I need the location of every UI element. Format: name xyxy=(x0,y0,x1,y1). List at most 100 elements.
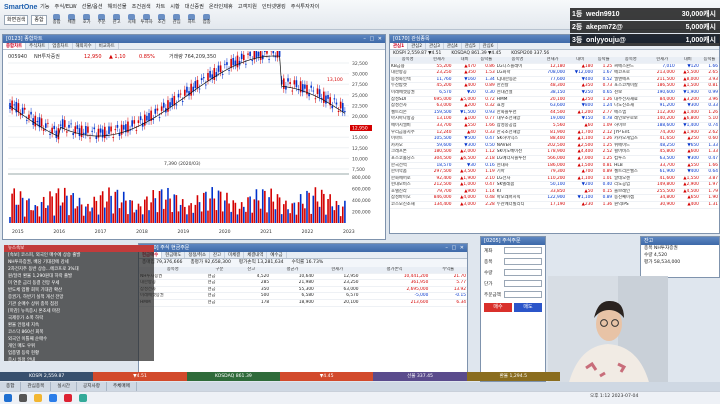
table-row[interactable]: 한국전력 18,570 ▼30 0.16 현대차 186,000 ▲1,500 0.81 HLB… xyxy=(390,162,719,170)
toolbar-button[interactable]: 종합 xyxy=(50,14,64,25)
toolbar-button[interactable]: 주문 xyxy=(95,14,109,25)
table-row[interactable]: 이마트 105,500 ▼500 0.47 SK하이닉스 88,400 ▲1,100 1.26… xyxy=(390,135,719,143)
search-icon[interactable] xyxy=(19,394,27,402)
menu-item[interactable]: 고객지원 xyxy=(238,3,257,10)
table-row[interactable]: 크래프톤 180,500 ▲2,000 1.12 SK이노베이션 178,900 ▲4,40… xyxy=(390,148,719,156)
bottom-tab[interactable]: 관심종목 xyxy=(21,382,52,391)
news-item[interactable]: [속보] 코스피, 외국인 매수에 상승 출발 xyxy=(4,252,154,259)
menu-item[interactable]: 주식/ELW xyxy=(55,3,77,10)
news-item[interactable]: 외국인 이틀째 순매수 xyxy=(4,336,154,343)
news-item[interactable]: 증시 일정 안내 xyxy=(4,357,154,364)
table-row[interactable]: 대한항공현금28521,98023,250361,9505.77 xyxy=(139,279,467,287)
field-input[interactable] xyxy=(504,291,542,298)
news-item[interactable]: [마감] 뉴욕증시 혼조세 마감 xyxy=(4,308,154,315)
window-controls-icon[interactable]: – □ ✕ xyxy=(445,244,467,252)
news-item[interactable]: 반도체 업황 회복 기대감 확산 xyxy=(4,287,154,294)
menu-item[interactable]: 대신증권 xyxy=(185,3,204,10)
toolbar-button[interactable]: 체결 xyxy=(65,14,79,25)
tab[interactable]: 예수금 xyxy=(267,252,287,258)
toolbar-button[interactable]: 업종 xyxy=(200,14,214,25)
tab[interactable]: 관심1 xyxy=(390,43,409,49)
field-input[interactable] xyxy=(504,258,542,265)
table-row[interactable]: 현대모비스 212,500 ▲1,000 0.47 SK텔레콤 50,100 ▼200 0.4… xyxy=(390,181,719,189)
menu-item[interactable]: 주식투자자이 xyxy=(291,3,320,10)
tab[interactable]: 잔고 xyxy=(210,252,226,258)
toolbar-button[interactable]: 호가 xyxy=(80,14,94,25)
table-row[interactable]: 아시아나항공 13,100 ▲100 0.77 대우조선해양 19,000 ▼150 0.78… xyxy=(390,115,719,123)
menu-item[interactable]: 차트 xyxy=(156,3,166,10)
bottom-tab[interactable]: 주체매매 xyxy=(107,382,137,391)
tab[interactable]: 관심5 xyxy=(462,43,480,49)
news-item[interactable]: 개인 매도 우위 xyxy=(4,343,154,350)
table-row[interactable]: 삼성바이오 846,000 ▲4,000 0.48 아모레퍼시픽 122,900 ▼1,10… xyxy=(390,194,719,203)
tab[interactable]: 관심2 xyxy=(408,43,427,49)
news-item[interactable]: 기관 순매수 상위 종목 점검 xyxy=(4,301,154,308)
app-icon[interactable] xyxy=(79,394,87,402)
table-row[interactable]: 우리금융지주 12,240 ▲40 0.33 한국조선해양 81,900 ▲1,700 2.1… xyxy=(390,129,719,137)
field-input[interactable] xyxy=(504,247,542,254)
window-controls-icon[interactable]: – □ ✕ xyxy=(363,35,385,43)
tab[interactable]: 체결내역 xyxy=(244,252,268,258)
table-row[interactable]: 동성화인텍 11,760 ▼160 1.34 CJ대한통운 77,600 ▼400 0.52 엘… xyxy=(390,76,719,84)
toolbar-button[interactable]: 투자자 xyxy=(140,14,154,25)
news-item[interactable]: 미 연준 금리 동결 전망 우세 xyxy=(4,280,154,287)
news-item[interactable]: NH투자증권, 배당 기대감에 강세 xyxy=(4,259,154,266)
tab[interactable]: 관심3 xyxy=(426,43,444,49)
tab[interactable]: 미체결 xyxy=(225,252,245,258)
table-row[interactable]: 셀트리온 159,500 ▼1,500 0.93 한화솔루션 44,500 ▲1,200 2.… xyxy=(390,109,719,117)
field-input[interactable] xyxy=(504,269,542,276)
menu-item[interactable]: 인터넷뱅킹 xyxy=(262,3,286,10)
menu-item[interactable]: 해외선물 xyxy=(108,3,127,10)
table-row[interactable]: 포스코홀딩스 304,500 ▲6,500 2.18 LG에너지솔루션 566,000 ▲7… xyxy=(390,155,719,163)
table-row[interactable]: 삼성SDI 695,000 ▲5,000 0.72 HMM 20,100 ▲250 1.26 대… xyxy=(390,96,719,104)
table-row[interactable]: 한미약품 297,500 ▲3,500 1.19 기아 79,300 ▲700 0.89 셀트리… xyxy=(390,168,719,176)
news-item[interactable]: 국제유가 소폭 하락 xyxy=(4,315,154,322)
sell-button[interactable]: 매도 xyxy=(514,303,542,312)
news-item[interactable]: 원/달러 환율 1,290원대 하락 출발 xyxy=(4,273,154,280)
news-item[interactable]: 환율 안정세 지속 xyxy=(4,322,154,329)
tab[interactable]: 업종차트 xyxy=(49,43,73,49)
table-row[interactable]: 한화에어로 92,400 ▲1,900 2.10 LG전자 110,200 ▲1,100 1.… xyxy=(390,175,719,183)
table-row[interactable]: 코스모신소재 134,400 ▲3,000 2.28 두산에너빌리티 17,190 ▲230… xyxy=(390,201,719,209)
tab[interactable]: 비교차트 xyxy=(96,43,119,49)
news-item[interactable]: 증권가, 하반기 실적 개선 전망 xyxy=(4,294,154,301)
toolbar-button[interactable]: 차트 xyxy=(185,14,199,25)
folder-icon[interactable] xyxy=(34,394,42,402)
tab[interactable]: 해외지수 xyxy=(73,43,96,49)
table-row[interactable]: 삼성전자 63,000 ▲200 0.32 효성 63,600 ▼800 1.24 나노신소재 9… xyxy=(390,102,719,110)
table-row[interactable]: 대한항공 23,250 ▲350 1.53 LG화학 708,000 ▼12,000 1.67… xyxy=(390,69,719,77)
table-row[interactable]: 삼성전자현금35055,30063,0002,695,00013.92 xyxy=(139,286,467,294)
table-row[interactable]: 호텔신라 79,700 ▲900 1.14 KT 33,850 ▲50 0.15 솔브레인 255… xyxy=(390,188,719,196)
menu-item[interactable]: 기능 xyxy=(40,3,50,10)
toolbar-button[interactable]: 조건 xyxy=(155,14,169,25)
news-item[interactable]: 2차전지주 동반 상승...에코프로 3%대 xyxy=(4,266,154,273)
price-chart[interactable]: 005940 NH투자증권 12,950 ▲ 1,10 0.85% 거래량 764,209… xyxy=(4,51,385,239)
menu-item[interactable]: 선물/옵션 xyxy=(82,3,103,10)
table-row[interactable]: KB금융 55,200 ▲470 0.86 LG디스플레이 12,180 ▲180 1.25 씨… xyxy=(390,63,719,71)
menu-item[interactable]: 온라인제휴 xyxy=(209,3,233,10)
tab[interactable]: 주식차트 xyxy=(26,43,50,49)
toolbar-button[interactable]: 잔고 xyxy=(110,14,124,25)
tab[interactable]: 종합차트 xyxy=(3,43,27,49)
buy-button[interactable]: 매수 xyxy=(484,303,512,312)
news-item[interactable]: 코스닥 860선 회복 xyxy=(4,329,154,336)
tab[interactable]: 정정/취소 xyxy=(185,252,210,258)
table-row[interactable]: 카카오 59,600 ▼300 0.50 NAVER 202,500 ▲2,500 1.25 위… xyxy=(390,142,719,150)
bottom-tab[interactable]: 종합 xyxy=(0,382,22,391)
tab[interactable]: 관심4 xyxy=(444,43,462,49)
table-row[interactable]: 두산밥캣 45,200 ▲400 0.89 한진칼 48,300 ▲350 0.73 포스코케미… xyxy=(390,82,719,90)
table-row[interactable]: 미래에셋증권현금5006,5806,570-5,000-0.15 xyxy=(139,292,467,300)
stock-type-box[interactable]: 종합 xyxy=(31,14,47,25)
trading-app-icon[interactable] xyxy=(64,394,72,402)
bottom-tab[interactable]: 공지사항 xyxy=(77,382,107,391)
news-item[interactable]: 업종별 등락 현황 xyxy=(4,350,154,357)
table-row[interactable]: 미래에셋증권 6,570 ▼20 0.30 현대건설 38,150 ▼250 0.65 천보 19… xyxy=(390,89,719,97)
menu-item[interactable]: 조건검색 xyxy=(132,3,151,10)
table-row[interactable]: HMM현금17818,90020,100213,6006.34 xyxy=(139,299,467,307)
table-row[interactable]: NH투자증권현금4,52010,64012,95010,441,20021.70 xyxy=(139,273,467,281)
browser-icon[interactable] xyxy=(49,394,57,402)
menu-item[interactable]: 시황 xyxy=(170,3,180,10)
windows-start-icon[interactable] xyxy=(4,394,12,402)
field-input[interactable] xyxy=(504,280,542,287)
tab[interactable]: 현금매도 xyxy=(162,252,186,258)
